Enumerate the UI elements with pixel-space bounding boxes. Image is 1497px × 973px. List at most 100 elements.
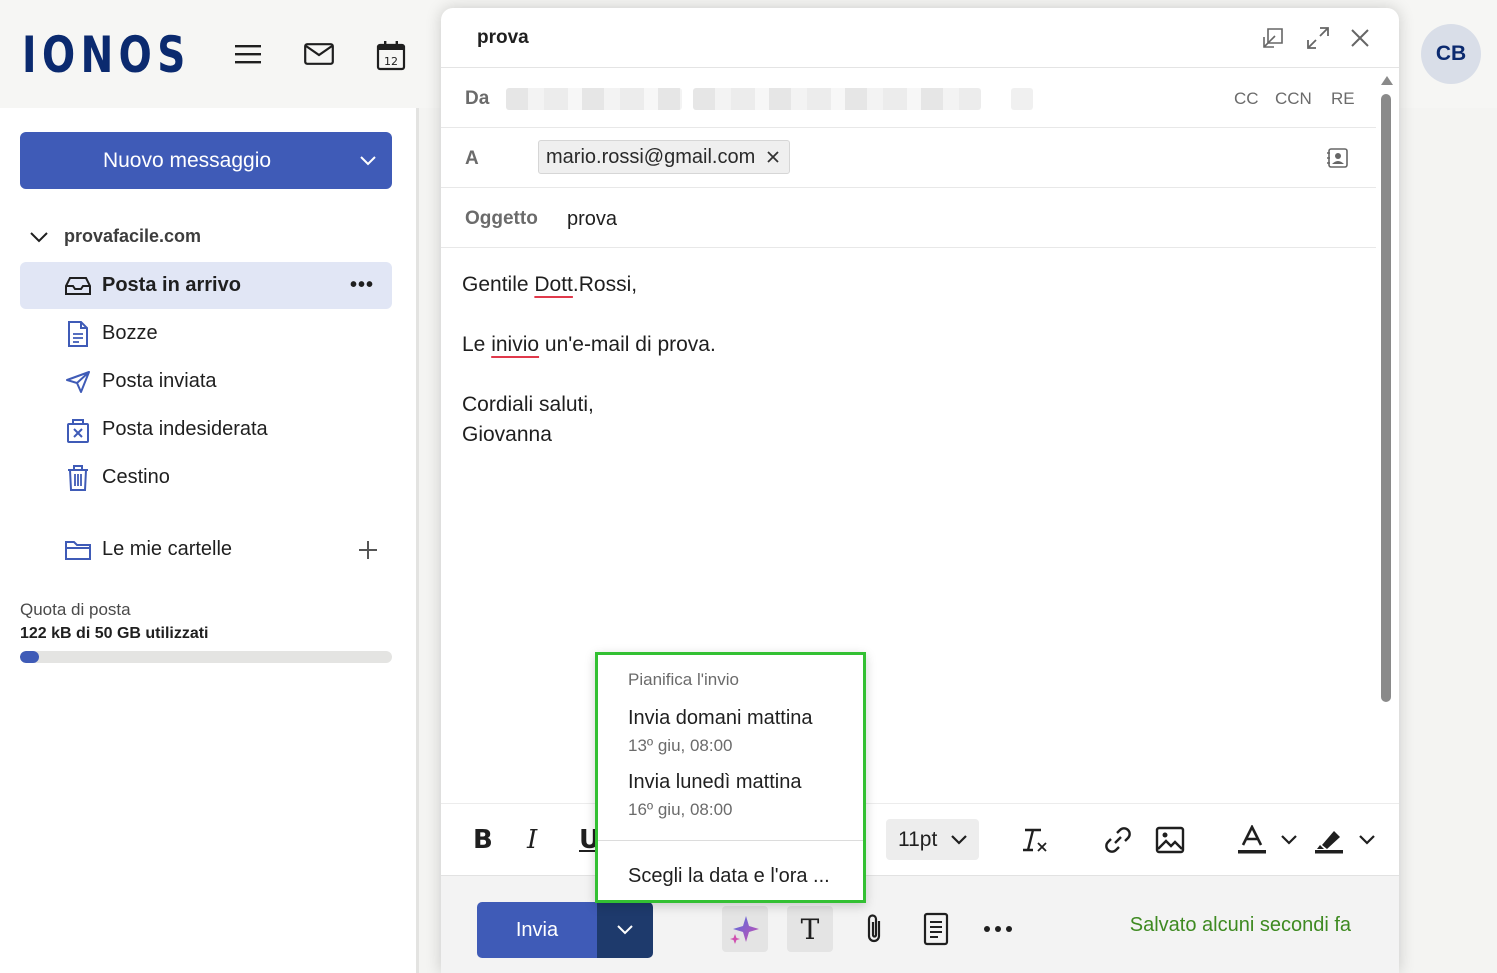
attachment-icon[interactable] [851,906,897,952]
template-icon[interactable] [913,906,959,952]
sidebar: Nuovo messaggio provafacile.com Posta in… [0,108,416,973]
more-options-icon[interactable] [975,906,1021,952]
maximize-icon[interactable] [1302,22,1334,54]
sidebar-item-trash[interactable]: Cestino [20,454,392,501]
compose-dialog: prova Da CC CCN RE A mario.rossi@gmail.c… [441,8,1399,973]
scrollbar[interactable] [1378,70,1394,806]
pop-out-icon[interactable] [1257,22,1289,54]
chevron-down-icon[interactable] [344,155,392,166]
chevron-down-icon [617,925,633,935]
draft-icon [60,320,96,348]
send-options-button[interactable] [597,902,653,958]
menu-divider [598,840,863,841]
more-options-icon[interactable]: ••• [350,274,374,297]
font-color-icon[interactable] [1237,822,1267,858]
schedule-send-menu: Pianifica l'invio Invia domani mattina 1… [595,652,866,903]
font-size-select[interactable]: 11pt [886,819,979,860]
highlight-icon[interactable] [1314,822,1344,858]
sidebar-item-inbox[interactable]: Posta in arrivo ••• [20,262,392,309]
reply-to-button[interactable]: RE [1331,89,1355,109]
new-message-label: Nuovo messaggio [102,148,272,172]
redacted-sender-name [506,88,682,110]
recipient-email: mario.rossi@gmail.com [546,145,756,168]
my-folders-label: Le mie cartelle [102,538,233,560]
italic-button[interactable]: I [527,822,537,858]
compose-footer: Invia T Salvato alcuni secondi fa [441,875,1399,973]
bcc-button[interactable]: CCN [1275,89,1312,109]
calendar-day: 12 [384,55,398,68]
from-label: Da [465,88,490,109]
chevron-down-icon[interactable] [1359,822,1375,858]
sidebar-divider [416,108,419,973]
chevron-down-icon [30,231,48,242]
sidebar-item-sent[interactable]: Posta inviata [20,358,392,405]
quota-fill [20,651,39,663]
background-panel [1400,108,1497,973]
close-icon[interactable] [1344,22,1376,54]
misspelled-word: Dott [534,273,573,296]
sidebar-item-label: Cestino [102,466,170,488]
body-blank-line [462,300,716,330]
recipient-chip[interactable]: mario.rossi@gmail.com [538,140,791,174]
spam-icon [60,416,96,444]
compose-title: prova [477,27,529,48]
add-folder-icon[interactable] [358,540,378,560]
subject-label: Oggetto [465,208,538,229]
calendar-icon[interactable]: 12 [373,38,409,74]
clear-format-icon[interactable] [1021,822,1049,858]
schedule-title: Pianifica l'invio [628,670,739,689]
body-line: Le inivio un'e-mail di prova. [462,333,716,356]
quota-bar [20,651,392,663]
saved-status: Salvato alcuni secondi fa [1129,914,1351,936]
account-toggle[interactable]: provafacile.com [30,226,201,247]
folder-icon [60,539,96,561]
trash-icon [60,464,96,492]
ionos-logo[interactable]: IONOS [22,26,191,84]
subject-field[interactable]: Oggetto prova [441,188,1376,248]
chevron-down-icon [951,834,967,845]
send-icon [60,370,96,394]
message-body[interactable]: Gentile Dott.Rossi, Le inivio un'e-mail … [462,270,716,450]
to-label: A [465,148,479,169]
text-format-icon[interactable]: T [787,906,833,952]
misspelled-word: inivio [491,333,540,356]
cc-button[interactable]: CC [1234,89,1259,109]
schedule-custom-option[interactable]: Scegli la data e l'ora ... [628,865,830,888]
menu-icon[interactable] [230,36,266,72]
address-book-icon[interactable] [1327,147,1349,174]
redacted-extra [1011,88,1033,110]
body-signature: Giovanna [462,423,552,446]
body-blank-line [462,360,716,390]
send-button[interactable]: Invia [477,902,597,958]
schedule-monday-option[interactable]: Invia lunedì mattina [628,771,801,794]
font-size-value: 11pt [898,827,938,851]
schedule-tomorrow-time: 13º giu, 08:00 [628,736,733,755]
scrollbar-thumb[interactable] [1381,94,1391,702]
schedule-monday-time: 16º giu, 08:00 [628,800,733,819]
chevron-down-icon[interactable] [1281,822,1297,858]
link-icon[interactable] [1103,822,1133,858]
sidebar-item-drafts[interactable]: Bozze [20,310,392,357]
mail-icon[interactable] [301,36,337,72]
body-closing: Cordiali saluti, [462,393,594,416]
to-field[interactable]: A mario.rossi@gmail.com [441,128,1376,188]
bold-button[interactable]: B [473,822,493,858]
schedule-tomorrow-option[interactable]: Invia domani mattina [628,707,813,730]
sidebar-item-spam[interactable]: Posta indesiderata [20,406,392,453]
formatting-toolbar: B I U 11pt [441,803,1399,875]
image-icon[interactable] [1155,822,1185,858]
subject-input[interactable]: prova [567,208,617,231]
inbox-icon [60,276,96,296]
compose-header: prova [441,8,1399,68]
remove-recipient-icon[interactable] [767,146,779,169]
sidebar-item-label: Posta indesiderata [102,418,268,440]
scroll-up-arrow[interactable] [1381,76,1393,85]
quota-label: Quota di posta [20,600,131,619]
redacted-sender-address [693,88,981,110]
body-line: Gentile Dott.Rossi, [462,273,638,296]
my-folders[interactable]: Le mie cartelle [20,526,392,573]
avatar[interactable]: CB [1421,24,1481,84]
from-field[interactable]: Da CC CCN RE [441,68,1376,128]
ai-assistant-icon[interactable] [722,906,768,952]
new-message-button[interactable]: Nuovo messaggio [20,132,392,189]
